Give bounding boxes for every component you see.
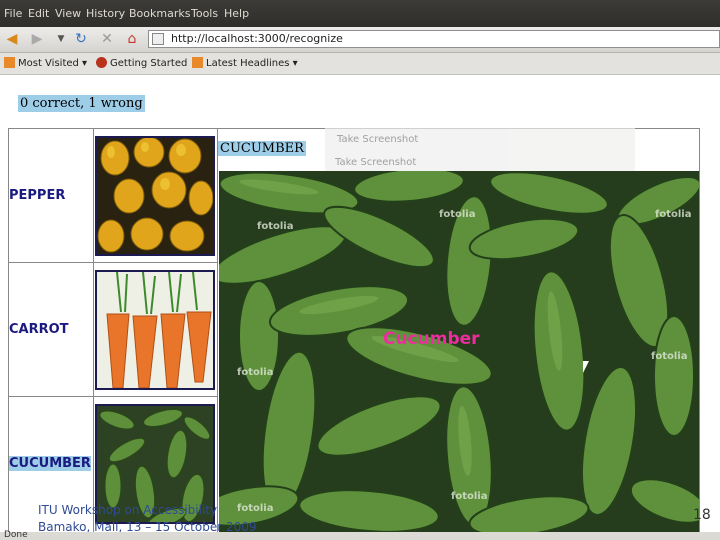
top-caption: CUCUMBER: [218, 141, 306, 156]
pepper-image: [97, 138, 213, 254]
table-border: [8, 396, 218, 397]
bookmark-getting-started[interactable]: Getting Started: [96, 57, 187, 69]
menu-bar: File Edit View History Bookmarks Tools H…: [0, 0, 720, 27]
bookmarks-toolbar: Most Visited ▾ Getting Started Latest He…: [0, 53, 720, 75]
slide-footer: ITU Workshop on Accessibility Bamako, Ma…: [38, 502, 256, 532]
menu-tools[interactable]: Tools: [191, 7, 218, 20]
carrot-thumbnail[interactable]: [95, 270, 215, 390]
overlay-text: Take Screenshot: [337, 134, 419, 145]
rss-icon: [4, 57, 15, 68]
watermark: fotolia: [237, 367, 274, 378]
large-cucumber-image[interactable]: fotolia fotolia fotolia fotolia fotolia …: [219, 171, 699, 532]
navigation-toolbar: ◀ ▶ ▼ ↻ ✕ ⌂ http://localhost:3000/recogn…: [0, 27, 720, 53]
watermark: fotolia: [655, 209, 692, 220]
menu-bookmarks[interactable]: Bookmarks: [129, 7, 190, 20]
reload-icon[interactable]: ↻: [72, 30, 90, 48]
watermark: fotolia: [257, 221, 294, 232]
rss-icon: [192, 57, 203, 68]
firefox-icon: [96, 57, 107, 68]
menu-file[interactable]: File: [4, 7, 22, 20]
footer-line-1: ITU Workshop on Accessibility: [38, 503, 218, 517]
carrot-image: [97, 272, 213, 388]
menu-edit[interactable]: Edit: [28, 7, 49, 20]
page-content: 0 correct, 1 wrong PEPPER CARROT CUCUMBE…: [0, 75, 720, 532]
menu-help[interactable]: Help: [224, 7, 249, 20]
row-label-pepper: PEPPER: [9, 188, 66, 203]
screenshot-overlay: Take Screenshot Take Screenshot: [325, 128, 635, 172]
watermark: fotolia: [451, 491, 488, 502]
watermark: fotolia: [439, 209, 476, 220]
pepper-thumbnail[interactable]: [95, 136, 215, 256]
slide-number: 18: [693, 507, 711, 523]
overlay-text: Take Screenshot: [335, 157, 417, 168]
forward-icon[interactable]: ▶: [28, 30, 46, 48]
table-border: [8, 262, 218, 263]
address-text[interactable]: http://localhost:3000/recognize: [171, 32, 343, 45]
bookmark-latest-headlines[interactable]: Latest Headlines ▾: [192, 57, 298, 69]
status-text: Done: [4, 530, 28, 540]
row-label-cucumber: CUCUMBER: [9, 456, 91, 471]
menu-history[interactable]: History: [86, 7, 125, 20]
table-border: [217, 128, 218, 532]
footer-line-2: Bamako, Mali, 13 – 15 October 2009: [38, 520, 257, 532]
mouse-cursor-icon: [583, 361, 589, 373]
cucumber-label: Cucumber: [383, 329, 480, 349]
site-identity-icon[interactable]: [152, 33, 164, 45]
stop-icon[interactable]: ✕: [98, 30, 116, 48]
table-border: [93, 128, 94, 532]
address-bar[interactable]: http://localhost:3000/recognize: [148, 30, 720, 48]
row-label-carrot: CARROT: [9, 322, 69, 337]
score-text: 0 correct, 1 wrong: [18, 95, 145, 112]
home-icon[interactable]: ⌂: [123, 30, 141, 48]
menu-view[interactable]: View: [55, 7, 81, 20]
back-icon[interactable]: ◀: [3, 30, 21, 48]
bookmark-most-visited[interactable]: Most Visited ▾: [4, 57, 87, 69]
table-border: [699, 128, 700, 532]
status-bar: Done: [0, 530, 720, 540]
history-dropdown-icon[interactable]: ▼: [52, 30, 70, 48]
watermark: fotolia: [651, 351, 688, 362]
